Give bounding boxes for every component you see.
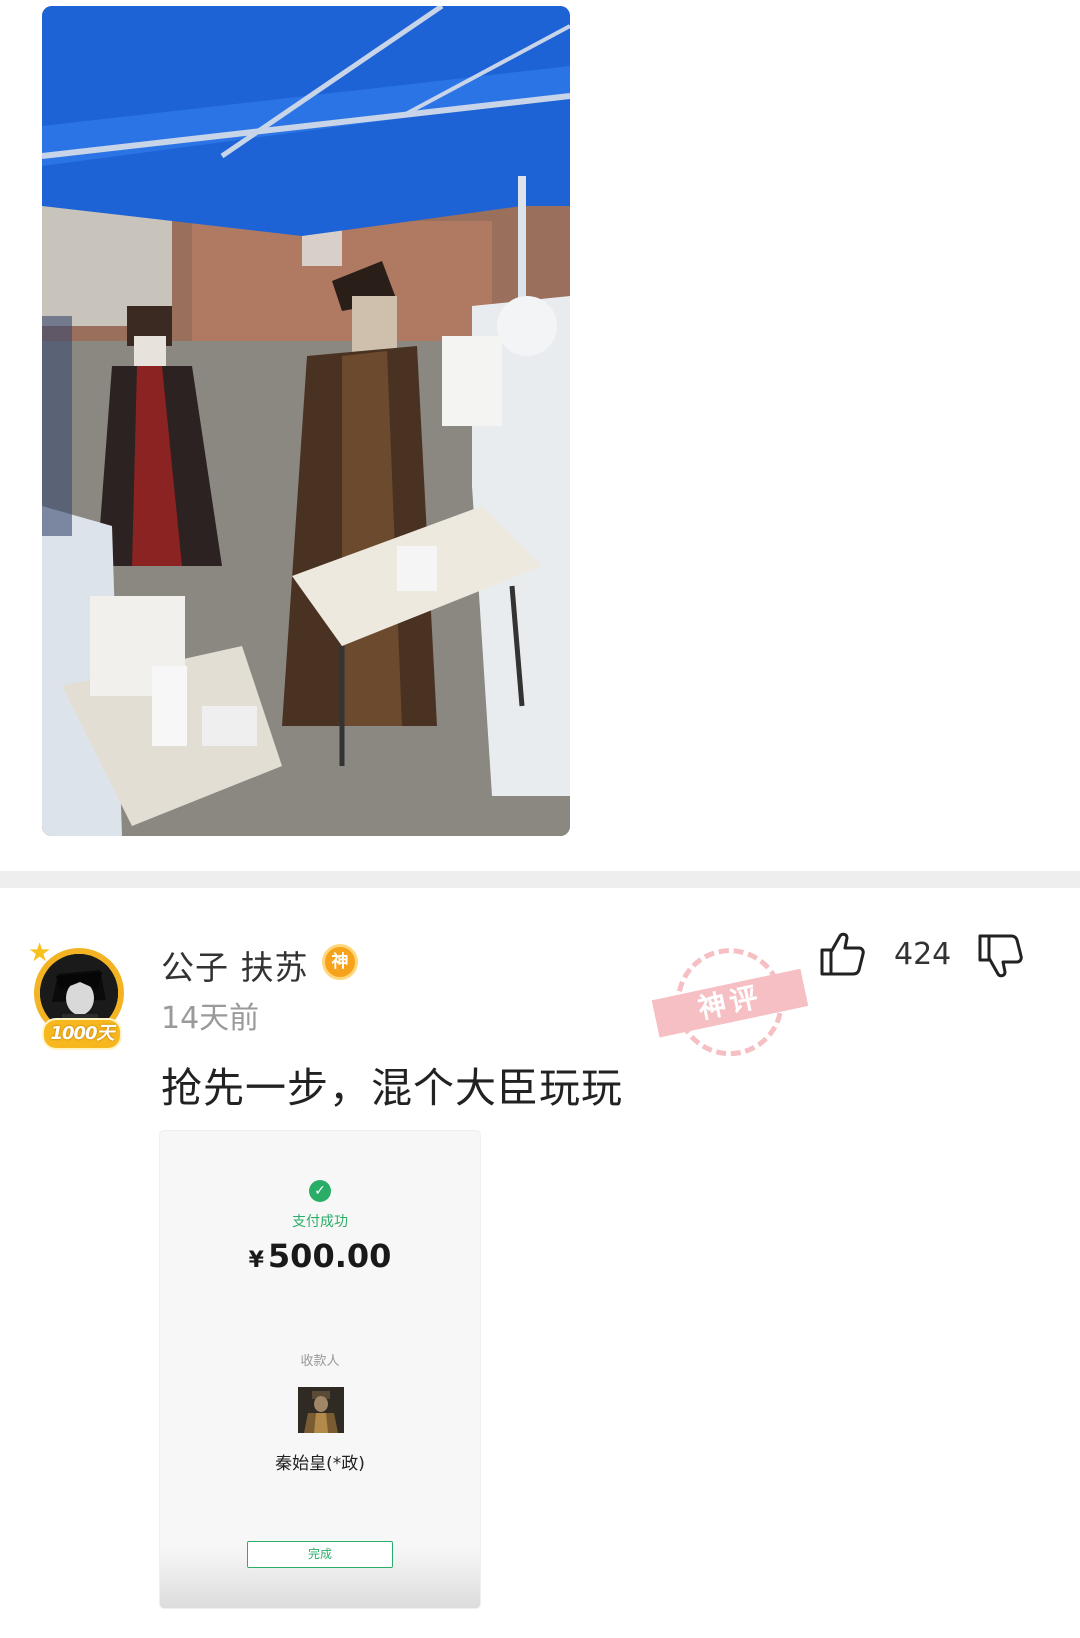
payment-status: 支付成功 xyxy=(292,1214,348,1230)
thumbs-down-icon[interactable] xyxy=(976,932,1024,980)
god-badge: 神 xyxy=(322,944,358,980)
payee-portrait xyxy=(298,1387,344,1433)
comment-text: 抢先一步，混个大臣玩玩 xyxy=(161,1064,623,1112)
comment-timestamp: 14天前 xyxy=(161,1001,260,1036)
days-badge: 1000天 xyxy=(42,1018,122,1050)
section-divider xyxy=(0,871,1080,888)
payment-amount: ¥500.00 xyxy=(160,1237,480,1275)
payee-label: 收款人 xyxy=(300,1354,340,1369)
payee-name: 秦始皇(*政) xyxy=(275,1454,365,1474)
currency-symbol: ¥ xyxy=(248,1248,264,1273)
username[interactable]: 公子 扶苏 xyxy=(161,941,309,989)
payment-success-icon: ✓ xyxy=(309,1180,331,1202)
like-count: 424 xyxy=(894,937,952,972)
avatar[interactable]: ★ 1000天 xyxy=(28,940,132,1052)
done-button[interactable]: 完成 xyxy=(247,1541,393,1568)
post-photo[interactable] xyxy=(42,6,570,836)
star-icon: ★ xyxy=(28,938,52,968)
amount-value: 500.00 xyxy=(267,1237,392,1275)
payee-avatar xyxy=(298,1387,344,1433)
god-comment-stamp: 神评 xyxy=(644,934,818,1083)
thumbs-up-icon[interactable] xyxy=(818,930,866,978)
photo-scene xyxy=(42,6,570,836)
payment-receipt-image[interactable]: ✓ 支付成功 ¥500.00 收款人 秦始皇(*政) 完成 xyxy=(160,1131,480,1608)
